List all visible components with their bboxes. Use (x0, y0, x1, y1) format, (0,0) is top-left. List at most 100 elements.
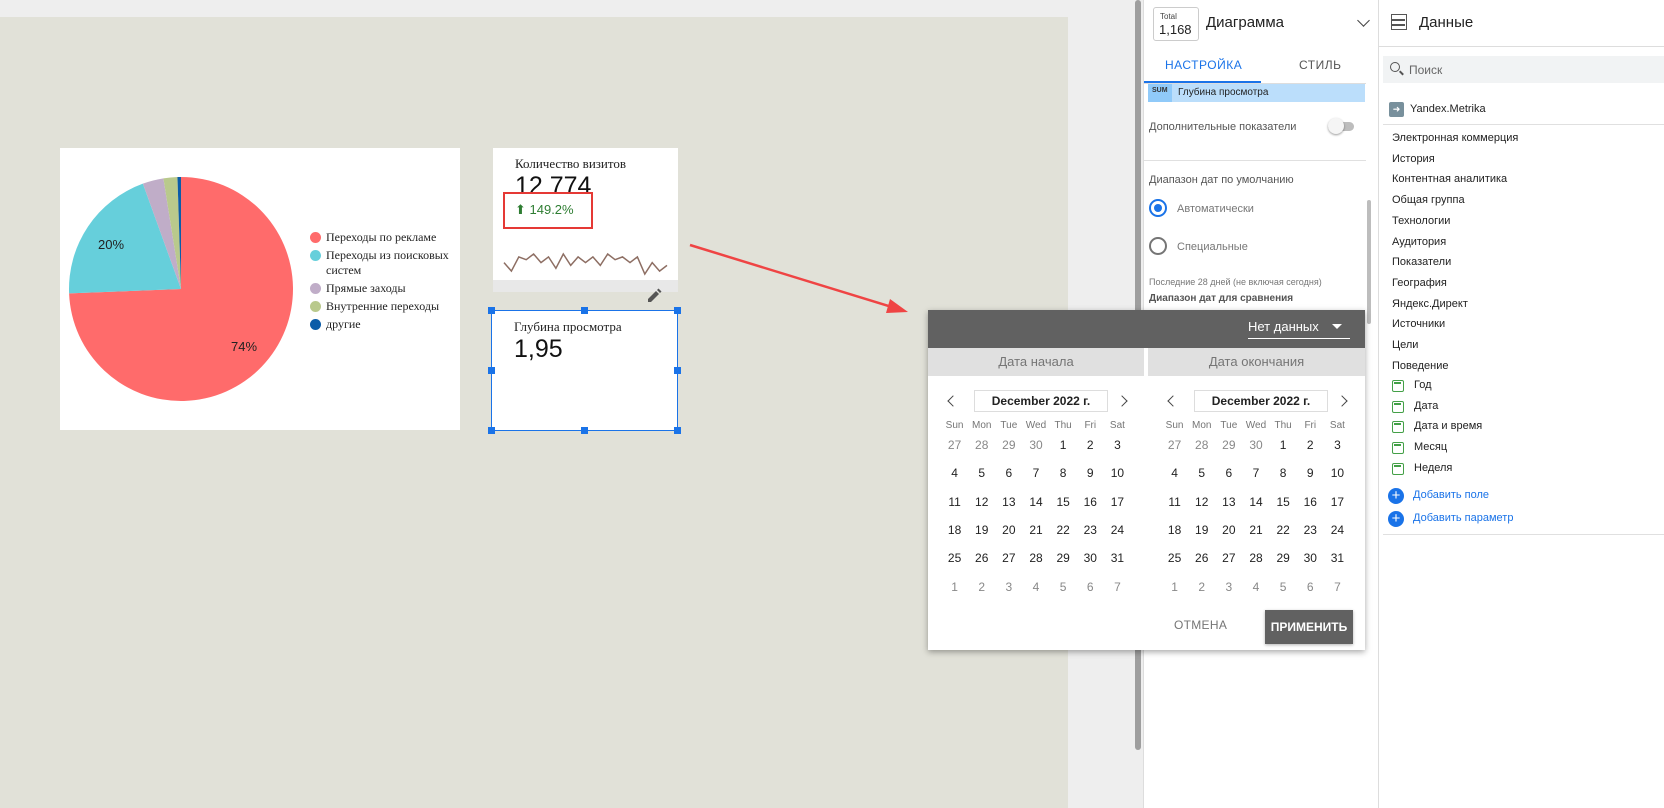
calendar-day[interactable]: 24 (1104, 523, 1131, 537)
calendar-day[interactable]: 8 (1050, 466, 1077, 480)
chevron-down-icon[interactable] (1357, 14, 1370, 27)
calendar-day[interactable]: 14 (1242, 495, 1269, 509)
calendar-day[interactable]: 23 (1077, 523, 1104, 537)
calendar-day[interactable]: 30 (1077, 551, 1104, 565)
add-parameter-icon[interactable]: + (1388, 511, 1404, 527)
calendar-day[interactable]: 2 (968, 580, 995, 594)
calendar-day[interactable]: 1 (941, 580, 968, 594)
radio-automatic[interactable] (1149, 199, 1167, 217)
toggle-knob[interactable] (1328, 118, 1344, 134)
month-selector[interactable]: December 2022 г. (974, 390, 1108, 412)
calendar-day[interactable]: 28 (1188, 438, 1215, 452)
calendar-day[interactable]: 2 (1297, 438, 1324, 452)
calendar-day[interactable]: 5 (1188, 466, 1215, 480)
calendar-day[interactable]: 9 (1297, 466, 1324, 480)
calendar-day[interactable]: 15 (1270, 495, 1297, 509)
calendar-day[interactable]: 29 (1270, 551, 1297, 565)
kpi-card-depth[interactable]: Глубина просмотра 1,95 (491, 310, 678, 431)
data-source-name[interactable]: Yandex.Metrika (1410, 103, 1486, 115)
calendar-day[interactable]: 26 (1188, 551, 1215, 565)
calendar-day[interactable]: 10 (1324, 466, 1351, 480)
calendar-day[interactable]: 25 (1161, 551, 1188, 565)
calendar-day[interactable]: 1 (1161, 580, 1188, 594)
dimension-item[interactable]: Месяц (1414, 441, 1447, 453)
calendar-day[interactable]: 29 (1215, 438, 1242, 452)
calendar-day[interactable]: 28 (1022, 551, 1049, 565)
calendar-day[interactable]: 11 (1161, 495, 1188, 509)
tab-setup[interactable]: НАСТРОЙКА (1165, 58, 1242, 72)
calendar-day[interactable]: 11 (941, 495, 968, 509)
kpi-card-visits[interactable]: Количество визитов 12 774 ⬆ 149.2% (493, 148, 678, 292)
end-date-tab[interactable]: Дата окончания (1148, 348, 1365, 376)
calendar-day[interactable]: 27 (1215, 551, 1242, 565)
calendar-day[interactable]: 5 (1050, 580, 1077, 594)
chart-type-thumbnail[interactable]: Total 1,168 (1153, 7, 1199, 41)
calendar-day[interactable]: 17 (1324, 495, 1351, 509)
calendar-day[interactable]: 31 (1104, 551, 1131, 565)
calendar-day[interactable]: 16 (1077, 495, 1104, 509)
calendar-day[interactable]: 1 (1050, 438, 1077, 452)
dimension-item[interactable]: Дата (1414, 400, 1438, 412)
calendar-day[interactable]: 26 (968, 551, 995, 565)
field-group-item[interactable]: История (1392, 153, 1435, 165)
dimension-item[interactable]: Дата и время (1414, 420, 1482, 432)
calendar-day[interactable]: 13 (1215, 495, 1242, 509)
calendar-day[interactable]: 29 (1050, 551, 1077, 565)
calendar-day[interactable]: 18 (941, 523, 968, 537)
chevron-right-icon[interactable] (1116, 395, 1128, 407)
field-group-item[interactable]: Источники (1392, 318, 1445, 330)
radio-custom[interactable] (1149, 237, 1167, 255)
pie-chart-card[interactable]: 74% 20% Переходы по рекламе Переходы из … (60, 148, 460, 430)
radio-automatic-label[interactable]: Автоматически (1177, 203, 1254, 215)
panel-scrollbar-thumb[interactable] (1367, 200, 1371, 324)
calendar-day[interactable]: 13 (995, 495, 1022, 509)
resize-handle[interactable] (488, 307, 495, 314)
field-group-item[interactable]: География (1392, 277, 1447, 289)
metric-chip[interactable]: SUM Глубина просмотра (1148, 84, 1365, 102)
calendar-day[interactable]: 30 (1242, 438, 1269, 452)
search-box[interactable] (1383, 56, 1664, 83)
cancel-button[interactable]: ОТМЕНА (1174, 618, 1227, 632)
month-selector[interactable]: December 2022 г. (1194, 390, 1328, 412)
chevron-left-icon[interactable] (947, 395, 959, 407)
calendar-day[interactable]: 20 (995, 523, 1022, 537)
calendar-day[interactable]: 12 (968, 495, 995, 509)
calendar-day[interactable]: 22 (1050, 523, 1077, 537)
calendar-day[interactable]: 27 (995, 551, 1022, 565)
calendar-day[interactable]: 6 (995, 466, 1022, 480)
dimension-item[interactable]: Год (1414, 379, 1432, 391)
calendar-day[interactable]: 31 (1324, 551, 1351, 565)
calendar-day[interactable]: 19 (968, 523, 995, 537)
calendar-day[interactable]: 5 (968, 466, 995, 480)
calendar-day[interactable]: 21 (1242, 523, 1269, 537)
add-field-icon[interactable]: + (1388, 488, 1404, 504)
tab-style[interactable]: СТИЛЬ (1299, 58, 1341, 72)
pencil-icon[interactable] (645, 287, 663, 305)
calendar-day[interactable]: 3 (1215, 580, 1242, 594)
resize-handle[interactable] (581, 307, 588, 314)
resize-handle[interactable] (581, 427, 588, 434)
calendar-day[interactable]: 6 (1297, 580, 1324, 594)
add-parameter-link[interactable]: Добавить параметр (1413, 512, 1513, 524)
calendar-day[interactable]: 18 (1161, 523, 1188, 537)
calendar-day[interactable]: 19 (1188, 523, 1215, 537)
calendar-day[interactable]: 2 (1188, 580, 1215, 594)
calendar-day[interactable]: 16 (1297, 495, 1324, 509)
calendar-day[interactable]: 2 (1077, 438, 1104, 452)
search-input[interactable] (1409, 61, 1649, 78)
resize-handle[interactable] (488, 367, 495, 374)
calendar-day[interactable]: 3 (1104, 438, 1131, 452)
field-group-item[interactable]: Цели (1392, 339, 1418, 351)
field-group-item[interactable]: Поведение (1392, 360, 1449, 372)
calendar-day[interactable]: 29 (995, 438, 1022, 452)
calendar-day[interactable]: 4 (941, 466, 968, 480)
resize-handle[interactable] (674, 367, 681, 374)
field-group-item[interactable]: Технологии (1392, 215, 1450, 227)
calendar-day[interactable]: 10 (1104, 466, 1131, 480)
radio-custom-label[interactable]: Специальные (1177, 241, 1248, 253)
calendar-day[interactable]: 28 (968, 438, 995, 452)
calendar-day[interactable]: 20 (1215, 523, 1242, 537)
resize-handle[interactable] (488, 427, 495, 434)
calendar-day[interactable]: 7 (1324, 580, 1351, 594)
calendar-day[interactable]: 23 (1297, 523, 1324, 537)
